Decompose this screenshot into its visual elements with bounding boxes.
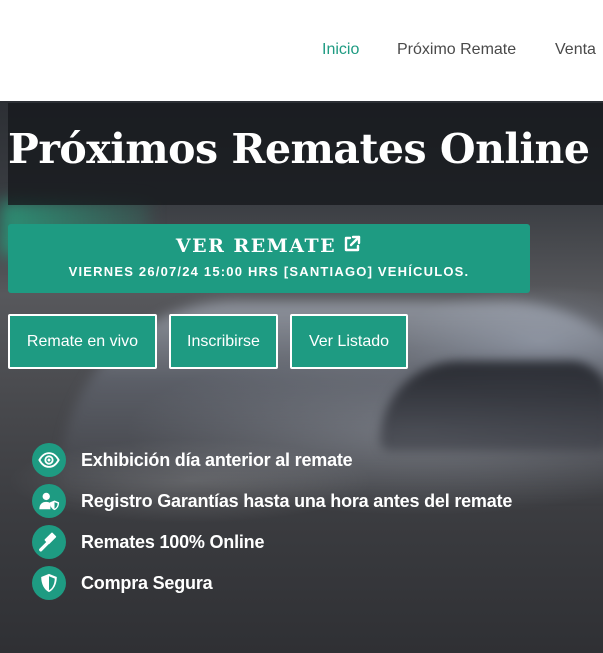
feature-label: Exhibición día anterior al remate	[81, 449, 353, 470]
inscribirse-button[interactable]: Inscribirse	[169, 314, 278, 369]
feature-item-registro-garantias: Registro Garantías hasta una hora antes …	[32, 484, 512, 518]
shield-icon	[32, 566, 66, 600]
ver-remate-subtitle: VIERNES 26/07/24 15:00 HRS [SANTIAGO] VE…	[68, 264, 470, 279]
nav-item-inicio[interactable]: Inicio	[322, 41, 359, 59]
top-navigation: Inicio Próximo Remate Venta	[0, 0, 603, 101]
external-link-icon	[342, 234, 362, 259]
user-shield-icon	[32, 484, 66, 518]
nav-item-proximo-remate[interactable]: Próximo Remate	[397, 41, 516, 59]
ver-listado-button[interactable]: Ver Listado	[290, 314, 408, 369]
ver-remate-label: VER REMATE	[175, 235, 337, 257]
hero-background-car-window	[380, 361, 603, 451]
page-title: Próximos Remates Online	[8, 125, 590, 173]
nav-item-venta[interactable]: Venta	[555, 41, 596, 59]
feature-item-exhibicion: Exhibición día anterior al remate	[32, 443, 353, 477]
feature-label: Registro Garantías hasta una hora antes …	[81, 490, 513, 511]
ver-remate-button[interactable]: VER REMATE VIERNES 26/07/24 15:00 HRS [S…	[8, 224, 530, 293]
feature-item-remates-online: Remates 100% Online	[32, 525, 264, 559]
ver-remate-title: VER REMATE	[8, 234, 530, 259]
feature-label: Compra Segura	[81, 572, 213, 593]
remate-en-vivo-button[interactable]: Remate en vivo	[8, 314, 157, 369]
gavel-icon	[32, 525, 66, 559]
eye-icon	[32, 443, 66, 477]
feature-label: Remates 100% Online	[81, 531, 265, 552]
feature-item-compra-segura: Compra Segura	[32, 566, 213, 600]
